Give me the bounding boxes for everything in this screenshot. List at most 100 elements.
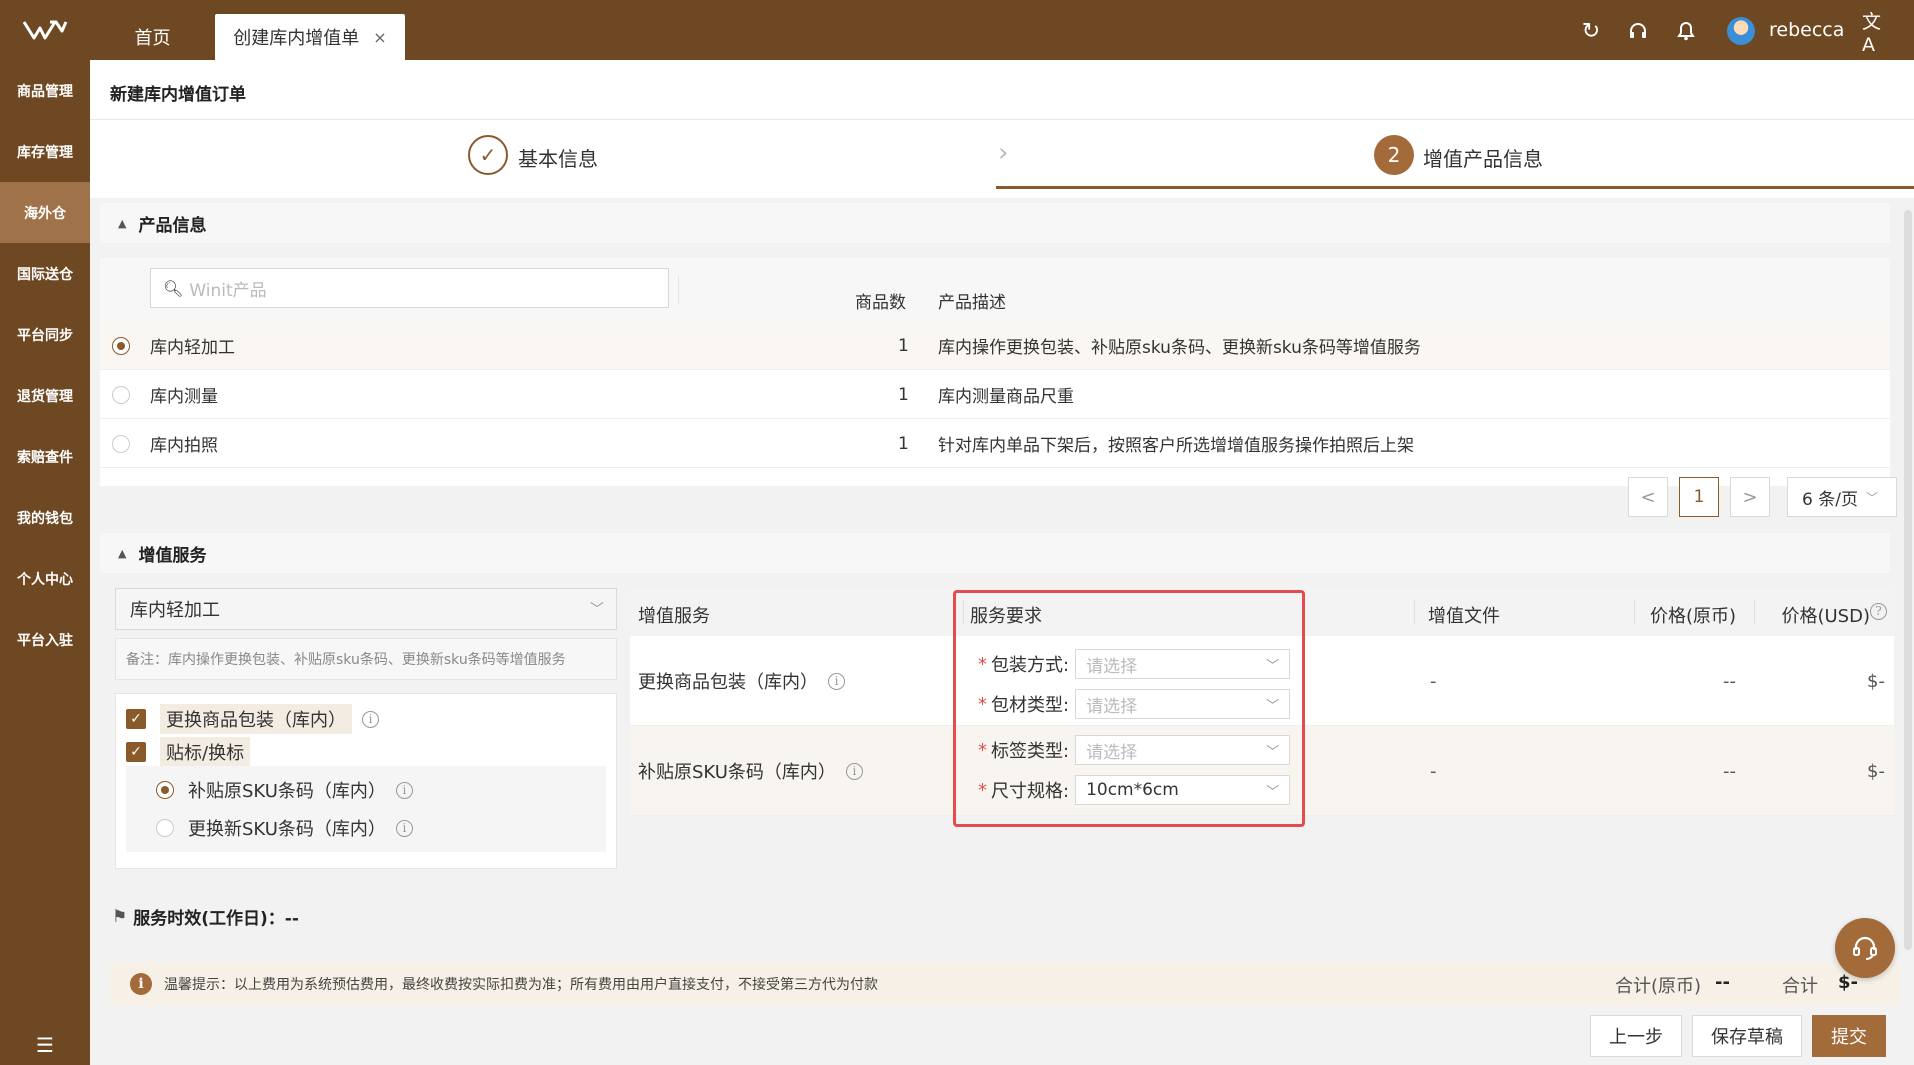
divider <box>1634 600 1635 624</box>
avatar[interactable] <box>1727 17 1755 45</box>
price-local-cell: -- <box>1723 670 1736 692</box>
step-value-product-info[interactable]: 增值产品信息 <box>1423 143 1543 172</box>
service-name: 更换商品包装（库内） i <box>638 636 845 726</box>
save-draft-button[interactable]: 保存草稿 <box>1692 1015 1802 1057</box>
sidebar-item-inventory[interactable]: 库存管理 <box>0 121 90 182</box>
value-service-selector: 库内轻加工 ﹀ 备注：库内操作更换包装、补贴原sku条码、更换新sku条码等增值… <box>115 588 617 869</box>
service-name-text: 补贴原SKU条码（库内） <box>638 762 836 783</box>
info-icon[interactable]: i <box>395 781 413 799</box>
labeling-sub-options: 补贴原SKU条码（库内） i 更换新SKU条码（库内） i <box>126 766 606 852</box>
service-sla: ⚑ 服务时效(工作日)：-- <box>112 904 299 930</box>
caret-up-icon: ▲ <box>118 216 127 230</box>
column-header-price-usd: 价格(USD) <box>1781 606 1870 627</box>
product-name: 库内轻加工 <box>150 338 235 358</box>
search-input[interactable]: 🔍︎ Winit产品 <box>150 268 669 308</box>
checkbox-checked-icon[interactable]: ✓ <box>126 742 146 762</box>
column-header-count: 商品数 <box>855 293 906 313</box>
checkbox-checked-icon[interactable]: ✓ <box>126 709 146 729</box>
table-row[interactable]: 库内测量 1 库内测量商品尺重 <box>100 371 1890 419</box>
value-section-header[interactable]: ▲ 增值服务 <box>100 533 1890 573</box>
pagination-page-1[interactable]: 1 <box>1679 477 1719 517</box>
bell-icon[interactable] <box>1673 18 1699 44</box>
radio-button[interactable] <box>156 819 174 837</box>
row-radio[interactable] <box>112 434 130 453</box>
sidebar-item-overseas-warehouse[interactable]: 海外仓 <box>0 182 90 243</box>
sidebar-item-product[interactable]: 商品管理 <box>0 60 90 121</box>
radio-button[interactable] <box>156 781 174 799</box>
translate-icon[interactable]: 文A <box>1862 11 1888 56</box>
username[interactable]: rebecca <box>1769 19 1844 41</box>
divider <box>678 276 679 304</box>
product-section-header[interactable]: ▲ 产品信息 <box>100 203 1890 243</box>
sla-text: 服务时效(工作日)：-- <box>133 909 299 929</box>
radio-reprint-sku[interactable]: 补贴原SKU条码（库内） i <box>156 777 413 803</box>
submit-button[interactable]: 提交 <box>1812 1015 1886 1057</box>
sidebar-item-returns[interactable]: 退货管理 <box>0 365 90 426</box>
product-description: 库内测量商品尺重 <box>938 387 1074 407</box>
logo-icon[interactable] <box>0 0 90 60</box>
total-local-value: -- <box>1715 972 1730 993</box>
flag-icon: ⚑ <box>112 906 128 927</box>
service-options-box: ✓ 更换商品包装（库内） i ✓ 贴标/换标 补贴原SKU条码（库内） i 更换… <box>115 693 617 869</box>
radio-new-sku[interactable]: 更换新SKU条码（库内） i <box>156 815 413 841</box>
tab-home-label: 首页 <box>134 28 171 49</box>
info-icon[interactable]: i <box>828 672 845 690</box>
sidebar-item-platform-join[interactable]: 平台入驻 <box>0 609 90 670</box>
step-number: 2 <box>1374 135 1414 175</box>
checkbox-labeling[interactable]: ✓ 贴标/换标 <box>126 737 251 767</box>
sidebar-item-profile[interactable]: 个人中心 <box>0 548 90 609</box>
product-name: 库内拍照 <box>150 436 218 456</box>
info-icon: i <box>130 973 152 995</box>
pagination-next-button[interactable]: > <box>1730 477 1770 517</box>
product-table-header: 🔍︎ Winit产品 商品数 产品描述 <box>100 258 1890 322</box>
highlight-box <box>953 590 1305 827</box>
page-size-select[interactable]: 6 条/页 ﹀ <box>1787 477 1897 517</box>
step-done-check-icon: ✓ <box>468 135 508 175</box>
caret-up-icon: ▲ <box>118 546 127 560</box>
column-header-file: 增值文件 <box>1428 606 1500 627</box>
prev-step-button[interactable]: 上一步 <box>1590 1015 1682 1057</box>
value-section-title: 增值服务 <box>138 545 207 566</box>
checkbox-label: 贴标/换标 <box>160 737 251 767</box>
column-header-service: 增值服务 <box>638 606 710 627</box>
customer-support-icon[interactable] <box>1835 918 1895 978</box>
tip-text: 温馨提示：以上费用为系统预估费用，最终收费按实际扣费为准；所有费用由用户直接支付… <box>164 977 878 993</box>
headset-icon[interactable] <box>1625 18 1651 44</box>
page-size-value: 6 条/页 <box>1802 489 1858 510</box>
sidebar-item-intl-delivery[interactable]: 国际送仓 <box>0 243 90 304</box>
sidebar-item-wallet[interactable]: 我的钱包 <box>0 487 90 548</box>
divider <box>1414 600 1415 624</box>
chevron-down-icon: ﹀ <box>590 602 604 618</box>
active-step-underline <box>996 186 1914 189</box>
sidebar-item-platform-sync[interactable]: 平台同步 <box>0 304 90 365</box>
refresh-icon[interactable]: ↻ <box>1578 18 1604 44</box>
row-radio[interactable] <box>112 336 130 355</box>
row-radio[interactable] <box>112 385 130 404</box>
tab-home[interactable]: 首页 <box>100 14 205 60</box>
price-usd-cell: $- <box>1867 760 1885 782</box>
product-count: 1 <box>898 384 909 405</box>
tab-create-order[interactable]: 创建库内增值单 × <box>215 14 405 60</box>
sidebar-item-claims[interactable]: 索赔查件 <box>0 426 90 487</box>
table-row[interactable]: 库内拍照 1 针对库内单品下架后，按照客户所选增增值服务操作拍照后上架 <box>100 420 1890 468</box>
product-section-title: 产品信息 <box>138 215 207 236</box>
help-icon[interactable]: ? <box>1870 603 1887 620</box>
divider <box>90 119 1914 120</box>
info-icon[interactable]: i <box>845 762 863 780</box>
scrollbar[interactable] <box>1904 210 1912 950</box>
step-basic-info[interactable]: 基本信息 <box>518 143 598 172</box>
checkbox-change-packaging[interactable]: ✓ 更换商品包装（库内） i <box>126 704 379 734</box>
table-row[interactable]: 库内轻加工 1 库内操作更换包装、补贴原sku条码、更换新sku条码等增值服务 <box>100 322 1890 370</box>
pagination-prev-button[interactable]: < <box>1628 477 1668 517</box>
close-icon[interactable]: × <box>373 28 386 47</box>
total-usd-label: 合计 <box>1782 976 1818 997</box>
info-icon[interactable]: i <box>395 819 413 837</box>
info-icon[interactable]: i <box>362 710 379 728</box>
search-icon: 🔍︎ <box>163 278 184 298</box>
product-description: 库内操作更换包装、补贴原sku条码、更换新sku条码等增值服务 <box>938 338 1421 358</box>
product-select[interactable]: 库内轻加工 ﹀ <box>115 588 617 630</box>
collapse-menu-icon[interactable]: ☰ <box>0 1025 90 1065</box>
product-table: 🔍︎ Winit产品 商品数 产品描述 库内轻加工 1 库内操作更换包装、补贴原… <box>100 258 1890 486</box>
radio-label: 更换新SKU条码（库内） <box>188 819 386 840</box>
chevron-down-icon: ﹀ <box>1865 490 1878 505</box>
